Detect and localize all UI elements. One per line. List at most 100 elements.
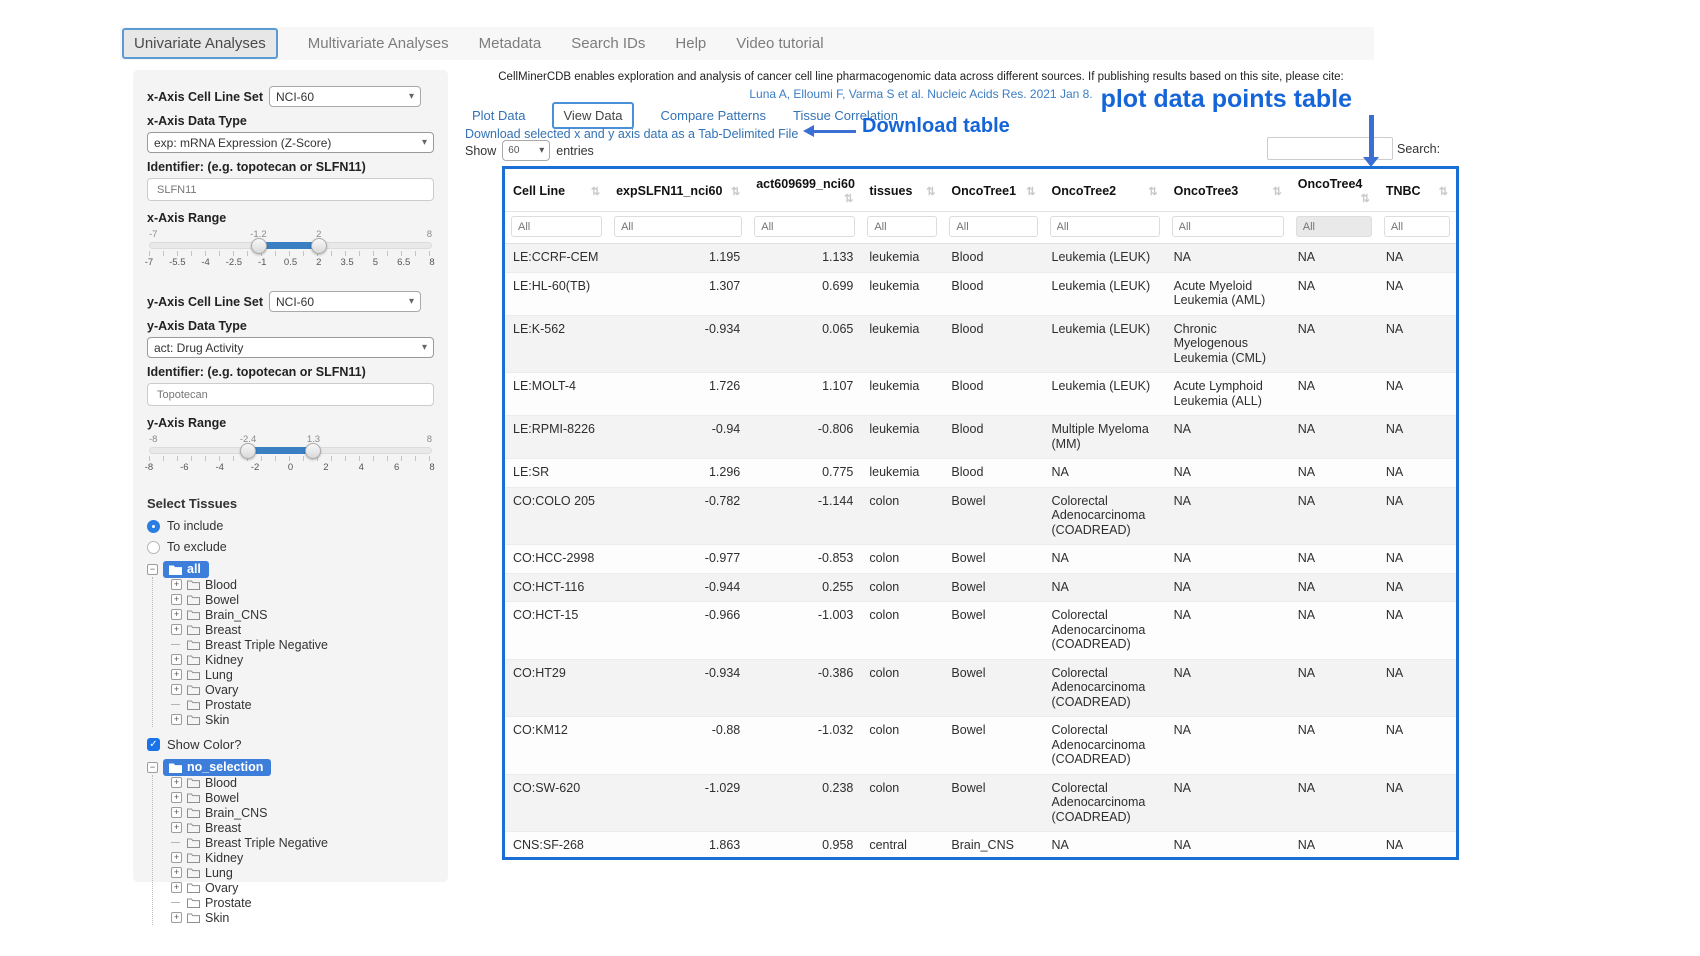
- expand-icon[interactable]: +: [171, 579, 182, 590]
- x-axis-range-slider[interactable]: -7-1.228-7-5.5-4-2.5-10.523.556.58: [149, 229, 432, 277]
- download-tab-delimited-link[interactable]: Download selected x and y axis data as a…: [465, 127, 798, 141]
- table-row[interactable]: LE:K-562-0.9340.065leukemiaBloodLeukemia…: [505, 315, 1456, 373]
- expand-icon[interactable]: +: [171, 867, 182, 878]
- filter-input-oncotree2[interactable]: [1050, 216, 1160, 237]
- column-header-cell-line[interactable]: Cell Line⇅: [505, 169, 608, 212]
- nav-item-video-tutorial[interactable]: Video tutorial: [736, 35, 823, 52]
- column-header-tnbc[interactable]: TNBC⇅: [1378, 169, 1456, 212]
- filter-input-oncotree1[interactable]: [949, 216, 1037, 237]
- y-axis-range-slider[interactable]: -8-2.41.38-8-6-4-202468: [149, 434, 432, 482]
- tree-item-breast[interactable]: +Breast: [171, 622, 434, 637]
- table-row[interactable]: LE:SR1.2960.775leukemiaBloodNANANANA: [505, 459, 1456, 488]
- y-axis-identifier-input[interactable]: Topotecan: [147, 383, 434, 406]
- table-row[interactable]: CO:HCC-2998-0.977-0.853colonBowelNANANAN…: [505, 545, 1456, 574]
- nav-item-search-ids[interactable]: Search IDs: [571, 35, 645, 52]
- x-axis-data-type-select[interactable]: exp: mRNA Expression (Z-Score) ▾: [147, 132, 434, 153]
- collapse-icon[interactable]: −: [147, 762, 158, 773]
- tree-item-skin[interactable]: +Skin: [171, 910, 434, 925]
- filter-input-act609699-nci60[interactable]: [754, 216, 855, 237]
- sort-icon[interactable]: ⇅: [1361, 192, 1370, 205]
- nav-item-multivariate-analyses[interactable]: Multivariate Analyses: [308, 35, 449, 52]
- table-row[interactable]: CO:SW-620-1.0290.238colonBowelColorectal…: [505, 774, 1456, 832]
- filter-input-tnbc[interactable]: [1384, 216, 1450, 237]
- tree-root-no-selection[interactable]: −no_selection: [147, 760, 434, 775]
- column-header-tissues[interactable]: tissues⇅: [861, 169, 943, 212]
- radio-to-exclude[interactable]: To exclude: [147, 540, 434, 554]
- table-row[interactable]: CO:KM12-0.88-1.032colonBowelColorectal A…: [505, 717, 1456, 775]
- nav-item-univariate-analyses[interactable]: Univariate Analyses: [122, 28, 278, 59]
- tree-item-skin[interactable]: +Skin: [171, 712, 434, 727]
- sort-icon[interactable]: ⇅: [1148, 185, 1157, 198]
- filter-input-cell-line[interactable]: [511, 216, 602, 237]
- expand-icon[interactable]: +: [171, 684, 182, 695]
- sort-icon[interactable]: ⇅: [1026, 185, 1035, 198]
- tree-item-prostate[interactable]: Prostate: [171, 895, 434, 910]
- tree-item-blood[interactable]: +Blood: [171, 577, 434, 592]
- tree-item-bowel[interactable]: +Bowel: [171, 790, 434, 805]
- y-axis-cell-line-set-select[interactable]: NCI-60 ▾: [269, 291, 421, 312]
- sort-icon[interactable]: ⇅: [591, 185, 600, 198]
- expand-icon[interactable]: +: [171, 852, 182, 863]
- table-row[interactable]: LE:RPMI-8226-0.94-0.806leukemiaBloodMult…: [505, 416, 1456, 459]
- sort-icon[interactable]: ⇅: [926, 185, 935, 198]
- radio-to-include[interactable]: To include: [147, 519, 434, 533]
- expand-icon[interactable]: +: [171, 912, 182, 923]
- tree-item-prostate[interactable]: Prostate: [171, 697, 434, 712]
- table-row[interactable]: LE:HL-60(TB)1.3070.699leukemiaBloodLeuke…: [505, 272, 1456, 315]
- expand-icon[interactable]: +: [171, 777, 182, 788]
- table-row[interactable]: CO:COLO 205-0.782-1.144colonBowelColorec…: [505, 487, 1456, 545]
- tree-root-all[interactable]: −all: [147, 562, 434, 577]
- filter-input-expslfn11-nci60[interactable]: [614, 216, 742, 237]
- expand-icon[interactable]: +: [171, 822, 182, 833]
- column-header-oncotree2[interactable]: OncoTree2⇅: [1044, 169, 1166, 212]
- tree-item-lung[interactable]: +Lung: [171, 865, 434, 880]
- slider-track[interactable]: [149, 447, 432, 454]
- expand-icon[interactable]: +: [171, 882, 182, 893]
- filter-input-oncotree3[interactable]: [1172, 216, 1284, 237]
- tree-item-breast-triple-negative[interactable]: Breast Triple Negative: [171, 637, 434, 652]
- slider-handle-high[interactable]: [311, 238, 327, 254]
- column-header-oncotree3[interactable]: OncoTree3⇅: [1166, 169, 1290, 212]
- table-row[interactable]: CO:HCT-15-0.966-1.003colonBowelColorecta…: [505, 602, 1456, 660]
- filter-input-tissues[interactable]: [867, 216, 937, 237]
- expand-icon[interactable]: +: [171, 807, 182, 818]
- table-row[interactable]: CO:HCT-116-0.9440.255colonBowelNANANANA: [505, 573, 1456, 602]
- nav-item-metadata[interactable]: Metadata: [479, 35, 542, 52]
- tree-item-brain-cns[interactable]: +Brain_CNS: [171, 607, 434, 622]
- tree-item-kidney[interactable]: +Kidney: [171, 652, 434, 667]
- tab-plot-data[interactable]: Plot Data: [472, 108, 525, 123]
- x-axis-cell-line-set-select[interactable]: NCI-60 ▾: [269, 86, 421, 107]
- column-header-oncotree1[interactable]: OncoTree1⇅: [943, 169, 1043, 212]
- expand-icon[interactable]: +: [171, 594, 182, 605]
- sort-icon[interactable]: ⇅: [1273, 185, 1282, 198]
- filter-input-oncotree4[interactable]: [1296, 216, 1372, 237]
- tree-item-breast[interactable]: +Breast: [171, 820, 434, 835]
- table-row[interactable]: CNS:SF-2681.8630.958central nervous syst…: [505, 832, 1456, 861]
- expand-icon[interactable]: +: [171, 714, 182, 725]
- x-axis-identifier-input[interactable]: SLFN11: [147, 178, 434, 201]
- collapse-icon[interactable]: −: [147, 564, 158, 575]
- tree-item-blood[interactable]: +Blood: [171, 775, 434, 790]
- nav-item-help[interactable]: Help: [675, 35, 706, 52]
- table-row[interactable]: CO:HT29-0.934-0.386colonBowelColorectal …: [505, 659, 1456, 717]
- tab-view-data[interactable]: View Data: [552, 102, 633, 129]
- sort-icon[interactable]: ⇅: [1439, 185, 1448, 198]
- column-header-act609699-nci60[interactable]: act609699_nci60⇅: [748, 169, 861, 212]
- expand-icon[interactable]: +: [171, 669, 182, 680]
- expand-icon[interactable]: +: [171, 624, 182, 635]
- tab-compare-patterns[interactable]: Compare Patterns: [661, 108, 767, 123]
- sort-icon[interactable]: ⇅: [731, 185, 740, 198]
- y-axis-data-type-select[interactable]: act: Drug Activity ▾: [147, 337, 434, 358]
- table-row[interactable]: LE:CCRF-CEM1.1951.133leukemiaBloodLeukem…: [505, 244, 1456, 273]
- column-header-oncotree4[interactable]: OncoTree4⇅: [1290, 169, 1378, 212]
- show-color-checkbox-row[interactable]: ✓ Show Color?: [147, 737, 434, 752]
- table-row[interactable]: LE:MOLT-41.7261.107leukemiaBloodLeukemia…: [505, 373, 1456, 416]
- slider-track[interactable]: [149, 242, 432, 249]
- tree-item-ovary[interactable]: +Ovary: [171, 682, 434, 697]
- tree-item-brain-cns[interactable]: +Brain_CNS: [171, 805, 434, 820]
- tree-item-breast-triple-negative[interactable]: Breast Triple Negative: [171, 835, 434, 850]
- column-header-expslfn11-nci60[interactable]: expSLFN11_nci60⇅: [608, 169, 748, 212]
- slider-handle-high[interactable]: [305, 443, 321, 459]
- sort-icon[interactable]: ⇅: [844, 192, 853, 205]
- expand-icon[interactable]: +: [171, 654, 182, 665]
